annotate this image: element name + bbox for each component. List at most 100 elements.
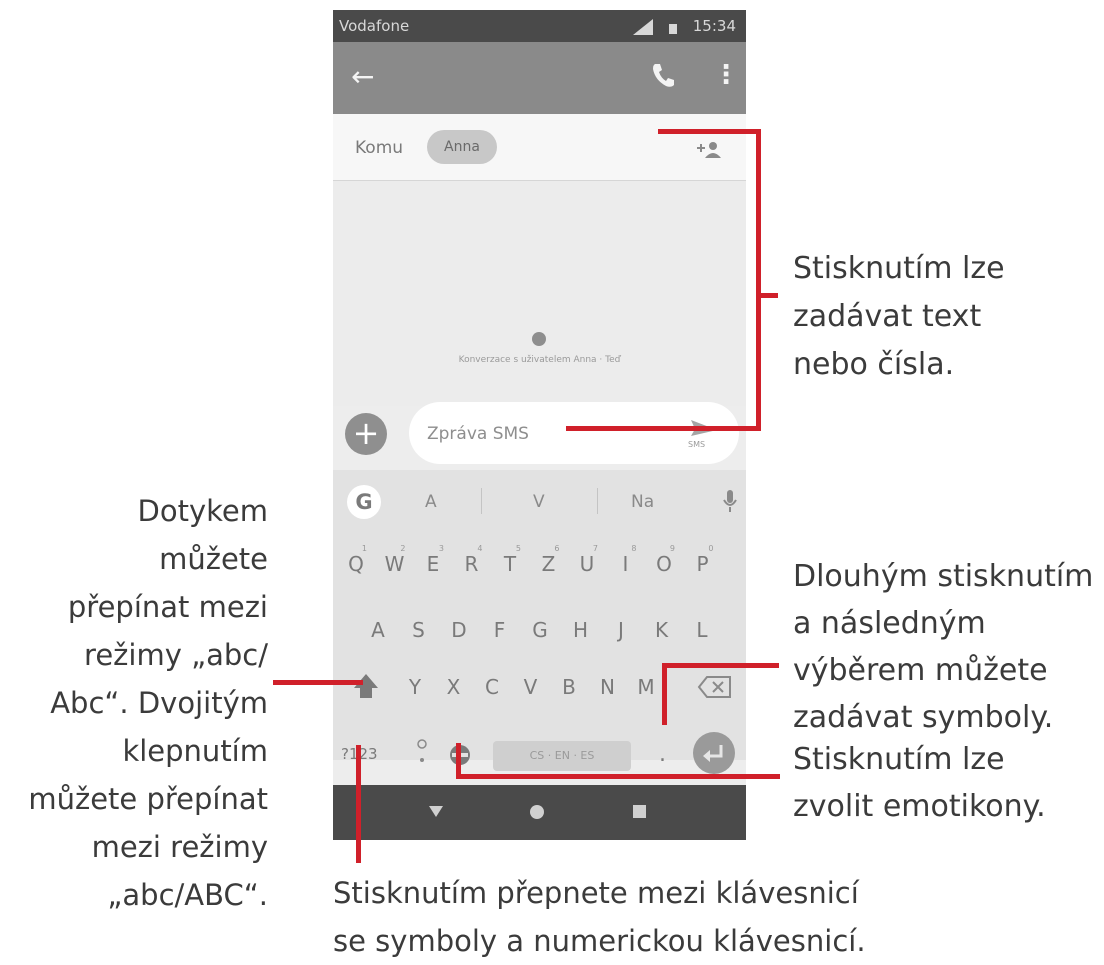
clock: 15:34 xyxy=(692,17,736,35)
callout-line-text: klepnutím xyxy=(122,734,268,768)
key-i[interactable]: I8 xyxy=(611,544,641,576)
phone-screenshot: Vodafone 15:34 ← ⋮ Komu Anna Konverzace … xyxy=(333,10,746,840)
callout-line xyxy=(756,129,761,431)
key-hint: 6 xyxy=(554,544,560,553)
conversation-area: Konverzace s uživatelem Anna · Teď xyxy=(333,181,746,406)
key-w[interactable]: W2 xyxy=(380,544,410,576)
callout-line-text: nebo čísla. xyxy=(793,347,955,382)
nav-home-icon[interactable] xyxy=(530,805,544,819)
keyboard: G A V Na ?123 xyxy=(333,470,746,774)
key-x[interactable]: X xyxy=(439,675,469,699)
key-c[interactable]: C xyxy=(477,675,507,699)
key-t[interactable]: T5 xyxy=(495,544,525,576)
key-hint: 3 xyxy=(438,544,444,553)
key-hint: 9 xyxy=(669,544,675,553)
callout-line xyxy=(566,426,761,431)
callout-text-input: Stisknutím lze zadávat text nebo čísla. xyxy=(793,245,1005,389)
status-bar: Vodafone 15:34 xyxy=(333,10,746,42)
callout-line-text: můžete přepínat xyxy=(28,782,268,816)
key-r[interactable]: R4 xyxy=(457,544,487,576)
key-n[interactable]: N xyxy=(593,675,623,699)
message-input[interactable]: Zpráva SMS SMS xyxy=(409,402,739,464)
key-f[interactable]: F xyxy=(485,618,515,642)
callout-line-text: přepínat mezi xyxy=(67,590,268,624)
comma-key-icon[interactable] xyxy=(415,736,429,766)
suggestion-2[interactable]: V xyxy=(533,492,545,512)
conversation-info: Konverzace s uživatelem Anna · Teď xyxy=(458,355,621,365)
space-key[interactable]: CS · EN · ES xyxy=(493,741,631,771)
callout-line-text: a následným xyxy=(793,606,986,641)
more-options-icon[interactable]: ⋮ xyxy=(713,60,739,90)
microphone-icon[interactable] xyxy=(722,488,738,514)
key-e[interactable]: E3 xyxy=(418,544,448,576)
callout-emoji: Stisknutím lze zvolit emotikony. xyxy=(793,736,1046,830)
callout-line xyxy=(662,663,779,668)
callout-line-text: Dlouhým stisknutím xyxy=(793,559,1094,594)
key-q[interactable]: Q1 xyxy=(341,544,371,576)
key-hint: 0 xyxy=(708,544,714,553)
key-a[interactable]: A xyxy=(363,618,393,642)
key-b[interactable]: B xyxy=(554,675,584,699)
callout-line-text: Dotykem xyxy=(137,494,268,528)
key-m[interactable]: M xyxy=(631,675,661,699)
callout-symbols: Dlouhým stisknutím a následným výběrem m… xyxy=(793,553,1093,741)
conversation-avatar-icon xyxy=(532,332,546,346)
callout-line-text: Stisknutím přepnete mezi klávesnicí xyxy=(333,876,859,910)
battery-icon xyxy=(669,24,677,34)
add-contact-icon[interactable] xyxy=(695,138,725,160)
callout-line xyxy=(756,293,778,298)
callout-line-text: můžete xyxy=(159,542,268,576)
key-l[interactable]: L xyxy=(687,618,717,642)
key-s[interactable]: S xyxy=(404,618,434,642)
callout-line xyxy=(658,129,761,134)
message-placeholder: Zpráva SMS xyxy=(427,424,529,444)
phone-call-icon[interactable] xyxy=(649,60,675,90)
key-j[interactable]: J xyxy=(606,618,636,642)
key-o[interactable]: O9 xyxy=(649,544,679,576)
enter-arrow-icon xyxy=(703,745,723,762)
send-sms-label: SMS xyxy=(688,440,706,449)
callout-line-text: zadávat symboly. xyxy=(793,700,1054,735)
callout-line-text: Stisknutím lze xyxy=(793,251,1005,286)
key-h[interactable]: H xyxy=(566,618,596,642)
callout-line-text: zvolit emotikony. xyxy=(793,789,1046,824)
google-g-button[interactable]: G xyxy=(347,485,381,519)
add-attachment-button[interactable]: + xyxy=(345,413,387,455)
key-z[interactable]: Z6 xyxy=(534,544,564,576)
recipient-chip[interactable]: Anna xyxy=(427,130,497,164)
key-hint: 8 xyxy=(631,544,637,553)
recipient-row: Komu Anna xyxy=(333,114,746,181)
signal-icon xyxy=(633,19,653,35)
key-hint: 1 xyxy=(361,544,367,553)
callout-line-text: Stisknutím lze xyxy=(793,742,1005,777)
suggestion-1[interactable]: A xyxy=(425,492,437,512)
backspace-key-icon[interactable] xyxy=(697,674,733,700)
callout-line xyxy=(356,745,361,863)
enter-key[interactable] xyxy=(693,732,735,774)
callout-line-text: mezi režimy xyxy=(91,830,268,864)
key-hint: 7 xyxy=(592,544,598,553)
nav-back-icon[interactable] xyxy=(429,804,443,818)
callout-line-text: režimy „abc/ xyxy=(84,638,268,672)
shift-key-icon[interactable] xyxy=(351,670,381,702)
nav-recent-apps-icon[interactable] xyxy=(633,805,646,818)
key-y[interactable]: Y xyxy=(400,675,430,699)
carrier-name: Vodafone xyxy=(339,17,410,35)
key-k[interactable]: K xyxy=(647,618,677,642)
key-u[interactable]: U7 xyxy=(572,544,602,576)
key-p[interactable]: P0 xyxy=(688,544,718,576)
callout-line-text: Abc“. Dvojitým xyxy=(50,686,268,720)
key-v[interactable]: V xyxy=(516,675,546,699)
key-g[interactable]: G xyxy=(525,618,555,642)
key-hint: 2 xyxy=(400,544,406,553)
callout-case-switch: Dotykem můžete přepínat mezi režimy „abc… xyxy=(28,487,268,919)
callout-line xyxy=(456,774,780,779)
key-hint: 5 xyxy=(515,544,521,553)
suggestion-divider xyxy=(597,488,598,514)
back-arrow-icon[interactable]: ← xyxy=(351,62,374,92)
key-d[interactable]: D xyxy=(444,618,474,642)
callout-line xyxy=(662,663,667,725)
period-key[interactable]: . xyxy=(659,742,666,767)
callout-numeric: Stisknutím přepnete mezi klávesnicí se s… xyxy=(333,869,866,965)
suggestion-3[interactable]: Na xyxy=(631,492,654,512)
